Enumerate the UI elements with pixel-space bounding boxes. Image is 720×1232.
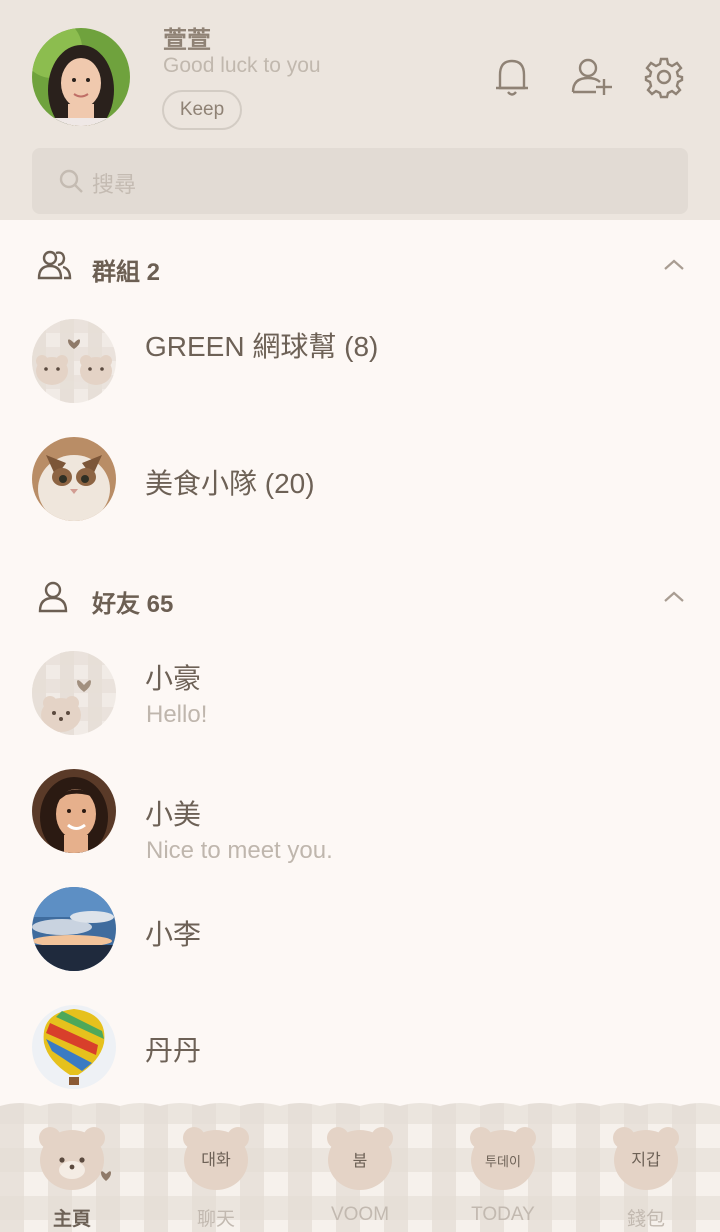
tab-today[interactable]: 투데이 TODAY [453,1120,553,1232]
profile-name: 萱萱 [163,27,211,54]
tab-label: TODAY [471,1204,535,1225]
friend-name: 丹丹 [145,1035,202,1066]
search-placeholder: 搜尋 [92,172,137,197]
bell-icon[interactable] [490,55,534,99]
tab-voom[interactable]: 붐 VOOM [310,1120,410,1232]
friend-status-message: Nice to meet you. [146,837,333,864]
groups-section-header[interactable]: 群組 2 [0,241,720,291]
friend-avatar-bear [32,651,116,735]
bear-wallet-icon: 지갑 [613,1127,679,1190]
tab-wallet[interactable]: 지갑 錢包 [596,1120,696,1232]
bear-chat-icon: 대화 [183,1127,249,1190]
friend-row[interactable]: 小李 [0,881,720,977]
bear-home-icon [39,1127,111,1190]
group-name: 美食小隊 (20) [145,468,315,499]
tab-badge: 대화 [201,1150,231,1169]
bottom-tab-bar: 主頁 대화 聊天 붐 VOOM 투데이 TODAY 지갑 錢包 [0,1100,720,1232]
friend-row[interactable]: 丹丹 [0,999,720,1095]
group-name: GREEN 網球幫 (8) [145,331,379,362]
tab-badge: 지갑 [631,1150,661,1169]
group-icon [37,250,72,280]
bear-voom-icon: 붐 [327,1127,393,1190]
group-avatar-bears [32,319,116,403]
friend-status-message: Hello! [146,701,208,728]
friend-avatar-sky [32,887,116,971]
profile-avatar[interactable] [32,28,130,126]
tab-label: 主頁 [52,1209,91,1230]
bear-today-icon: 투데이 [470,1127,536,1190]
tab-home[interactable]: 主頁 [22,1120,122,1232]
tab-label: VOOM [330,1204,390,1225]
tab-label: 錢包 [626,1209,665,1230]
friend-name: 小豪 [145,663,202,694]
friend-name: 小美 [145,799,202,830]
chevron-up-icon[interactable] [662,585,686,609]
group-row[interactable]: 美食小隊 (20) [0,431,720,527]
tab-label: 聊天 [196,1209,235,1230]
tab-badge: 투데이 [485,1155,521,1170]
friend-avatar-balloon [32,1005,116,1089]
keep-button[interactable]: Keep [162,90,242,130]
group-avatar-cat [32,437,116,521]
chevron-up-icon[interactable] [662,253,686,277]
gear-icon[interactable] [642,55,686,99]
search-icon [59,169,83,193]
person-icon [38,581,68,613]
add-friend-icon[interactable] [570,55,614,99]
profile-header: 萱萱 Good luck to you Keep 搜尋 [0,0,720,220]
search-bar[interactable]: 搜尋 [32,148,688,214]
groups-section-title: 群組 2 [92,259,161,286]
friend-row[interactable]: 小豪 Hello! [0,645,720,741]
tab-chat[interactable]: 대화 聊天 [166,1120,266,1232]
group-row[interactable]: GREEN 網球幫 (8) [0,313,720,409]
friend-avatar-photo [32,769,116,853]
friend-row[interactable]: 小美 Nice to meet you. [0,763,720,864]
friends-section-title: 好友 65 [92,591,174,618]
tab-badge: 붐 [353,1151,368,1170]
friends-section-header[interactable]: 好友 65 [0,573,720,623]
profile-status-message: Good luck to you [163,54,321,77]
friend-name: 小李 [145,919,202,950]
